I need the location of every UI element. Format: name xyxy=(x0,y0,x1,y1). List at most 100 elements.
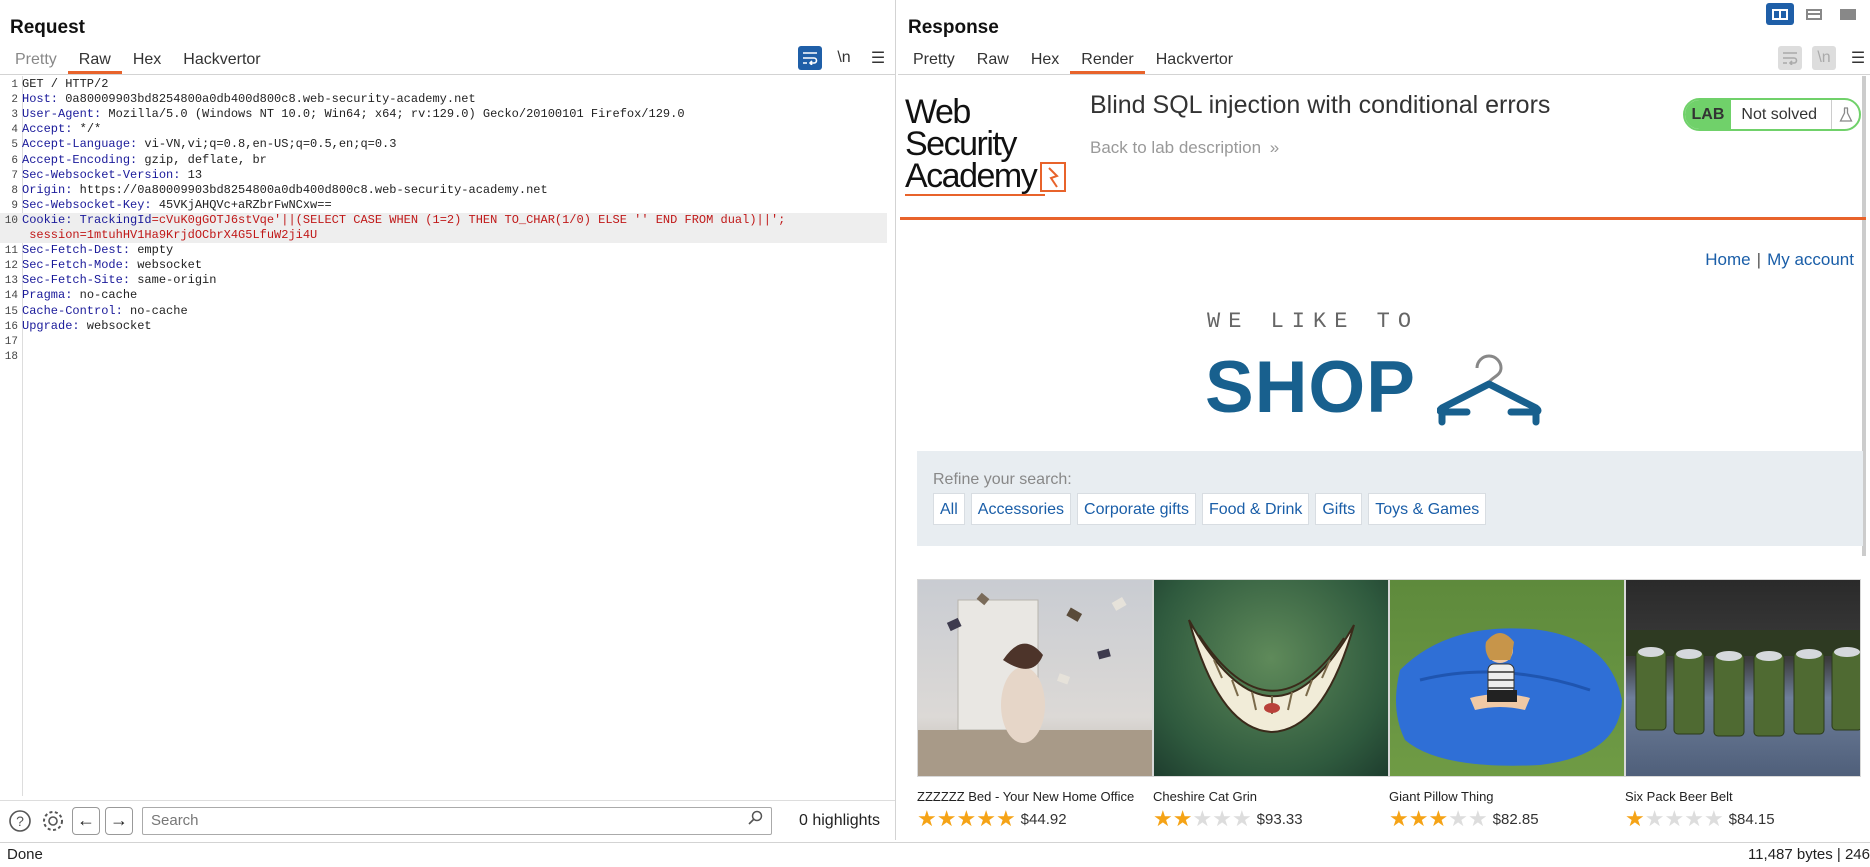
word-wrap-icon[interactable] xyxy=(798,46,822,70)
product-name[interactable]: Cheshire Cat Grin xyxy=(1153,789,1389,804)
request-line[interactable]: 16 Upgrade: websocket xyxy=(0,319,887,334)
lab-status-badge: LAB Not solved xyxy=(1682,98,1861,131)
product-grid: ZZZZZZ Bed - Your New Home Office ★★★★★ … xyxy=(917,579,1861,830)
request-line[interactable]: 18 xyxy=(0,349,887,364)
product-card[interactable]: Cheshire Cat Grin ★★★★★ $93.33 xyxy=(1153,579,1389,830)
product-name[interactable]: ZZZZZZ Bed - Your New Home Office xyxy=(917,789,1153,804)
filter-food-drink[interactable]: Food & Drink xyxy=(1201,493,1310,525)
request-line[interactable]: 13 Sec-Fetch-Site: same-origin xyxy=(0,273,887,288)
tab-hex[interactable]: Hex xyxy=(1020,50,1070,74)
product-image[interactable] xyxy=(1389,579,1625,777)
back-to-lab-link[interactable]: Back to lab description » xyxy=(1090,138,1279,158)
word-wrap-icon[interactable] xyxy=(1778,46,1802,70)
web-security-academy-logo[interactable]: Web Security Academy xyxy=(905,95,1070,196)
tab-hackvertor[interactable]: Hackvertor xyxy=(1145,50,1244,74)
product-image[interactable] xyxy=(1153,579,1389,777)
refine-label: Refine your search: xyxy=(933,471,1072,488)
response-title: Response xyxy=(908,17,999,38)
tab-pretty[interactable]: Pretty xyxy=(4,50,68,74)
star-empty-icon: ★ xyxy=(1644,806,1665,831)
search-input[interactable] xyxy=(151,812,711,829)
academy-bolt-icon xyxy=(1040,162,1067,192)
star-empty-icon: ★ xyxy=(1448,806,1468,831)
tab-hackvertor[interactable]: Hackvertor xyxy=(172,50,271,74)
show-newlines-toggle[interactable]: \n xyxy=(1812,46,1836,70)
request-line[interactable]: session=1mtuhHV1Ha9KrjdOCbrX4G5LfuW2ji4U xyxy=(0,228,887,243)
request-line[interactable]: 6 Accept-Encoding: gzip, deflate, br xyxy=(0,153,887,168)
product-price: $44.92 xyxy=(1020,810,1067,828)
request-line[interactable]: 15 Cache-Control: no-cache xyxy=(0,304,887,319)
product-card[interactable]: Six Pack Beer Belt ★★★★★ $84.15 xyxy=(1625,579,1861,830)
flask-icon xyxy=(1831,100,1859,129)
star-filled-icon: ★ xyxy=(1625,806,1645,831)
home-link[interactable]: Home xyxy=(1705,250,1750,269)
search-icon xyxy=(747,810,763,831)
request-line[interactable]: 8 Origin: https://0a80009903bd8254800a0db… xyxy=(0,183,887,198)
star-filled-icon: ★ xyxy=(1408,806,1429,831)
product-name[interactable]: Giant Pillow Thing xyxy=(1389,789,1625,804)
star-filled-icon: ★ xyxy=(936,806,957,831)
category-filters: All Accessories Corporate gifts Food & D… xyxy=(933,493,1487,525)
star-filled-icon: ★ xyxy=(1389,806,1409,831)
star-empty-icon: ★ xyxy=(1467,806,1488,831)
request-line[interactable]: 12 Sec-Fetch-Mode: websocket xyxy=(0,258,887,273)
product-image[interactable] xyxy=(1625,579,1861,777)
tab-render[interactable]: Render xyxy=(1070,50,1146,74)
request-line[interactable]: 2 Host: 0a80009903bd8254800a0db400d800c8.… xyxy=(0,92,887,107)
request-line[interactable]: 1 GET / HTTP/2 xyxy=(0,77,887,92)
response-tabs: Pretty Raw Hex Render Hackvertor xyxy=(902,50,1244,74)
request-line[interactable]: 4 Accept: */* xyxy=(0,122,887,137)
menu-icon[interactable]: ☰ xyxy=(866,46,890,70)
filter-gifts[interactable]: Gifts xyxy=(1315,493,1363,525)
star-empty-icon: ★ xyxy=(1231,806,1252,831)
tab-hex[interactable]: Hex xyxy=(122,50,172,74)
tab-raw[interactable]: Raw xyxy=(966,50,1020,74)
filter-toys-games[interactable]: Toys & Games xyxy=(1368,493,1487,525)
request-editor-tools: \n ☰ xyxy=(798,46,890,70)
settings-gear-icon[interactable] xyxy=(39,807,67,835)
request-editor[interactable]: 1 GET / HTTP/2 2 Host: 0a80009903bd8254800a… xyxy=(0,76,895,796)
product-rating-stars: ★★★★★ xyxy=(1389,808,1488,830)
product-rating-stars: ★★★★★ xyxy=(1625,808,1724,830)
product-price: $84.15 xyxy=(1728,810,1775,828)
request-line[interactable]: 7 Sec-Websocket-Version: 13 xyxy=(0,168,887,183)
request-line[interactable]: 3 User-Agent: Mozilla/5.0 (Windows NT 10.… xyxy=(0,107,887,122)
product-rating-stars: ★★★★★ xyxy=(1153,808,1252,830)
status-bar: Done 11,487 bytes | 246 xyxy=(0,842,1870,867)
menu-icon[interactable]: ☰ xyxy=(1846,46,1870,70)
filter-all[interactable]: All xyxy=(933,493,965,525)
tab-pretty[interactable]: Pretty xyxy=(902,50,966,74)
help-icon[interactable]: ? xyxy=(6,807,34,835)
my-account-link[interactable]: My account xyxy=(1767,250,1854,269)
star-empty-icon: ★ xyxy=(1684,806,1704,831)
header-divider xyxy=(900,217,1866,220)
star-filled-icon: ★ xyxy=(1428,806,1449,831)
product-card[interactable]: Giant Pillow Thing ★★★★★ $82.85 xyxy=(1389,579,1625,830)
status-text: Done xyxy=(7,846,43,863)
filter-corporate-gifts[interactable]: Corporate gifts xyxy=(1077,493,1196,525)
show-newlines-toggle[interactable]: \n xyxy=(832,46,856,70)
request-line[interactable]: 17 xyxy=(0,334,887,349)
hanger-icon xyxy=(1437,354,1542,426)
request-line[interactable]: 14 Pragma: no-cache xyxy=(0,288,887,303)
lab-title: Blind SQL injection with conditional err… xyxy=(1090,91,1551,119)
search-bar: ? ← → 0 highlights xyxy=(0,800,895,840)
request-line[interactable]: 11 Sec-Fetch-Dest: empty xyxy=(0,243,887,258)
star-empty-icon: ★ xyxy=(1664,806,1685,831)
filter-accessories[interactable]: Accessories xyxy=(970,493,1072,525)
product-rating-stars: ★★★★★ xyxy=(917,808,1016,830)
next-match-button[interactable]: → xyxy=(105,806,133,835)
response-size: 11,487 bytes | 246 xyxy=(1747,846,1870,863)
request-line[interactable]: 9 Sec-Websocket-Key: 45VKjAHQVc+aRZbrFwNC… xyxy=(0,198,887,213)
search-field[interactable] xyxy=(142,806,772,835)
star-empty-icon: ★ xyxy=(1703,806,1724,831)
previous-match-button[interactable]: ← xyxy=(72,806,100,835)
product-image[interactable] xyxy=(917,579,1153,777)
product-card[interactable]: ZZZZZZ Bed - Your New Home Office ★★★★★ … xyxy=(917,579,1153,830)
tab-raw[interactable]: Raw xyxy=(67,50,122,74)
product-name[interactable]: Six Pack Beer Belt xyxy=(1625,789,1861,804)
request-line[interactable]: 10 Cookie: TrackingId=cVuK0gGOTJ6stVqe'||… xyxy=(0,212,887,228)
request-line[interactable]: 5 Accept-Language: vi-VN,vi;q=0.8,en-US;q… xyxy=(0,137,887,152)
request-title: Request xyxy=(10,17,85,38)
star-filled-icon: ★ xyxy=(976,806,996,831)
